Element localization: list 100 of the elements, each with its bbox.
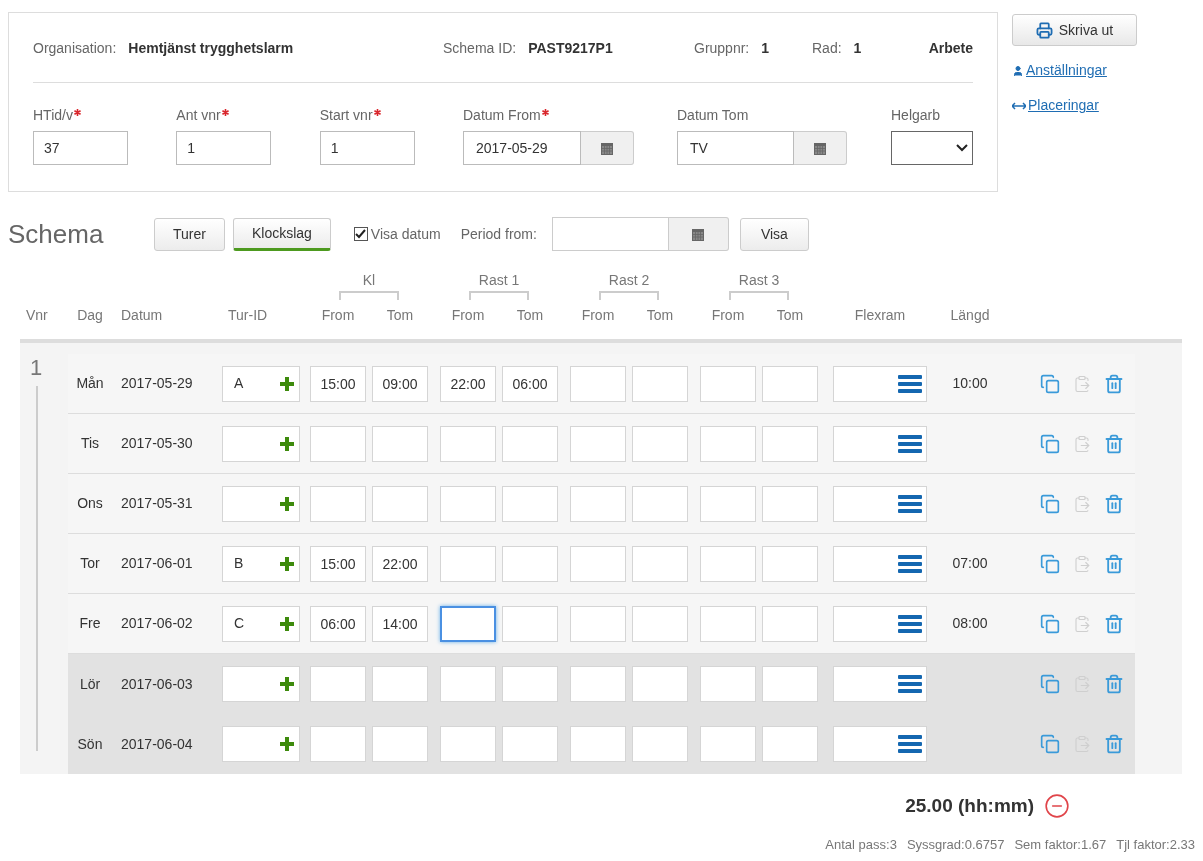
date-cell-text: 2017-05-29 (120, 374, 194, 393)
copy-icon[interactable] (1040, 674, 1060, 694)
calendar-button[interactable] (668, 217, 729, 251)
required-icon (373, 109, 381, 116)
text-field[interactable]: 1 (176, 131, 272, 165)
total-hours: 25.00 (hh:mm) (905, 794, 1034, 818)
date-field[interactable]: 2017-05-29 (463, 131, 581, 165)
delete-icon[interactable] (1104, 553, 1124, 574)
check-icon (355, 229, 367, 239)
flex-field[interactable] (833, 365, 927, 402)
plus-icon[interactable] (279, 615, 295, 632)
select-field[interactable] (891, 131, 973, 165)
calendar-button[interactable] (794, 131, 847, 165)
menu-icon[interactable] (898, 553, 922, 574)
remove-icon[interactable] (1044, 793, 1070, 820)
plus-icon[interactable] (279, 555, 295, 572)
time-field[interactable]: 15:00 (310, 545, 366, 582)
copy-icon[interactable] (1040, 613, 1060, 634)
day-cell-text: Tis (79, 434, 101, 453)
copy-icon[interactable] (1040, 734, 1060, 754)
period-label: Period from: (460, 224, 537, 244)
paste-icon[interactable] (1073, 434, 1091, 453)
copy-icon[interactable] (1040, 373, 1060, 394)
info-label: Gruppnr: (694, 39, 750, 58)
tur-field[interactable]: C (222, 605, 300, 642)
delete-icon[interactable] (1104, 613, 1124, 634)
tur-field[interactable]: A (222, 365, 300, 402)
checkbox[interactable] (353, 227, 368, 241)
view-tab[interactable]: Klockslag (232, 217, 331, 251)
tur-field[interactable]: B (222, 545, 300, 582)
copy-icon[interactable] (1040, 493, 1060, 514)
date-field[interactable]: TV (677, 131, 794, 165)
day-cell-text: Mån (75, 374, 105, 393)
calendar-icon (692, 227, 705, 241)
menu-icon[interactable] (898, 674, 922, 694)
delete-icon[interactable] (1104, 674, 1124, 694)
time-field[interactable]: 14:00 (372, 605, 428, 642)
week-number: 1 (30, 354, 43, 382)
time-field[interactable]: 09:00 (372, 365, 428, 402)
menu-icon[interactable] (898, 433, 922, 454)
info-label: Schema ID: (443, 39, 517, 58)
plus-icon[interactable] (279, 375, 295, 392)
paste-icon[interactable] (1073, 374, 1091, 393)
text-field[interactable]: 37 (33, 131, 128, 165)
delete-icon[interactable] (1104, 493, 1124, 514)
delete-icon[interactable] (1104, 734, 1124, 754)
copy-icon[interactable] (1040, 553, 1060, 574)
time-field[interactable]: 22:00 (372, 545, 428, 582)
field-label: Start vnr (319, 105, 373, 125)
calendar-button[interactable] (581, 131, 634, 165)
length-cell: 07:00 (952, 555, 988, 571)
paste-icon[interactable] (1073, 554, 1091, 573)
flex-field[interactable] (833, 485, 927, 522)
menu-icon[interactable] (898, 613, 922, 634)
flex-field[interactable] (833, 545, 927, 582)
column-header: Längd (949, 305, 991, 325)
time-field[interactable]: 06:00 (502, 365, 558, 402)
tur-field[interactable] (222, 425, 300, 462)
period-field[interactable] (551, 217, 669, 251)
date-cell-text: 2017-06-03 (120, 674, 194, 694)
time-field[interactable]: 06:00 (310, 605, 366, 642)
arrows-icon (1012, 101, 1026, 110)
view-tab[interactable]: Turer (154, 217, 225, 251)
plus-icon[interactable] (279, 495, 295, 512)
paste-icon[interactable] (1073, 494, 1091, 513)
menu-icon[interactable] (898, 734, 922, 754)
print-button[interactable]: Skriva ut (1012, 14, 1137, 46)
info-value: Hemtjänst trygghetslarm (128, 39, 294, 58)
date-cell-text: 2017-05-31 (120, 494, 194, 513)
paste-icon[interactable] (1073, 614, 1091, 633)
text-field[interactable]: 1 (319, 131, 415, 165)
time-field[interactable]: 15:00 (310, 365, 366, 402)
menu-icon[interactable] (898, 493, 922, 514)
nav-link[interactable]: Placeringar (1012, 95, 1099, 116)
printer-icon (1035, 21, 1053, 39)
field-label: Helgarb (891, 105, 940, 125)
flex-field[interactable] (833, 666, 927, 702)
day-cell-text: Ons (76, 494, 104, 513)
flex-field[interactable] (833, 425, 927, 462)
plus-icon[interactable] (279, 736, 295, 752)
menu-icon[interactable] (898, 373, 922, 394)
flex-field[interactable] (833, 726, 927, 762)
copy-icon[interactable] (1040, 433, 1060, 454)
group-label: Rast 1 (478, 272, 520, 288)
plus-icon[interactable] (279, 435, 295, 452)
delete-icon[interactable] (1104, 433, 1124, 454)
nav-link[interactable]: Anställningar (1012, 60, 1107, 81)
tur-field[interactable] (222, 726, 300, 762)
tur-field[interactable] (222, 666, 300, 702)
delete-icon[interactable] (1104, 373, 1124, 394)
tur-field[interactable] (222, 485, 300, 522)
column-header: Tom (775, 305, 805, 325)
show-button[interactable]: Visa (739, 217, 809, 251)
time-field[interactable] (440, 605, 496, 642)
field-label: Ant vnr (176, 105, 221, 125)
bracket-line (469, 291, 529, 300)
time-field[interactable]: 22:00 (440, 365, 496, 402)
date-cell-text: 2017-06-02 (120, 614, 194, 633)
flex-field[interactable] (833, 605, 927, 642)
plus-icon[interactable] (279, 676, 295, 692)
